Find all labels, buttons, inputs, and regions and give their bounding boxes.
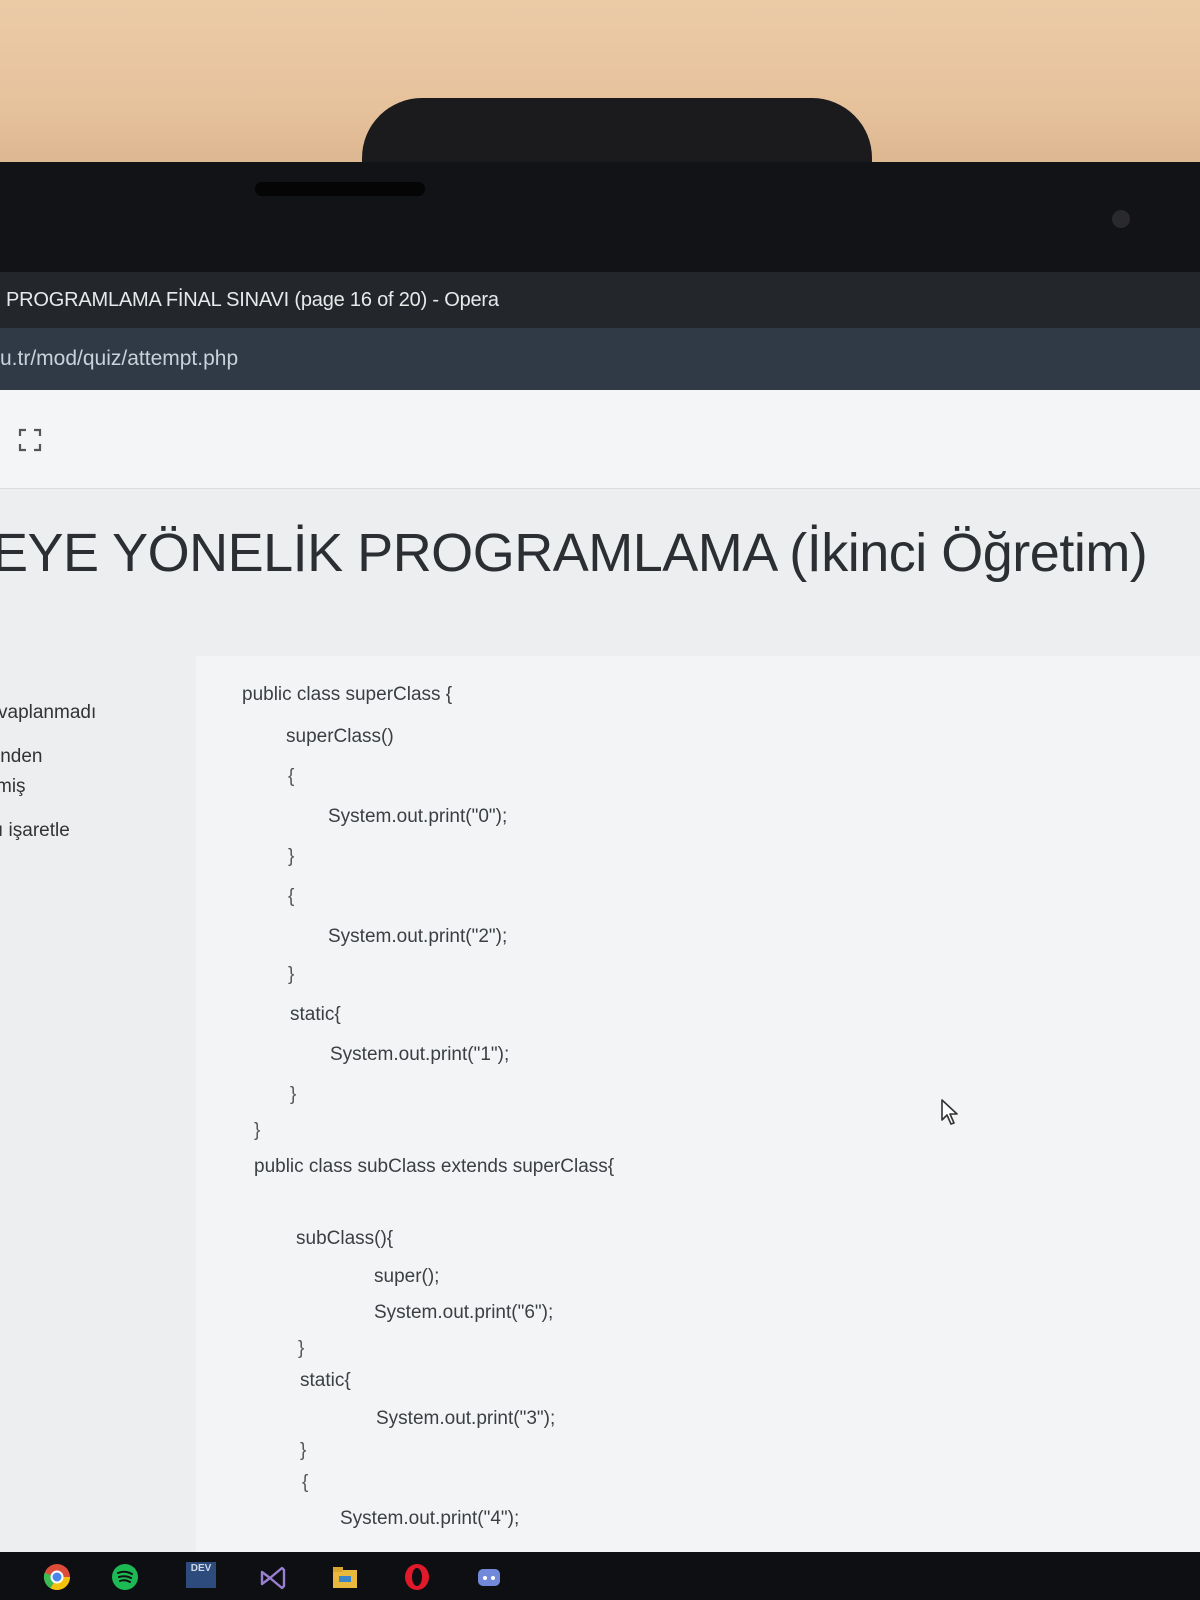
code-line: public class subClass extends superClass… [254,1156,615,1177]
code-line: { [288,766,295,787]
code-line: } [300,1440,307,1461]
opera-icon[interactable] [402,1562,432,1592]
mouse-cursor-icon [941,1099,958,1125]
bezel-slot [255,182,425,196]
code-line: superClass() [286,726,394,747]
fullscreen-icon[interactable] [18,428,42,452]
question-content [196,656,1200,1600]
code-line: { [288,886,295,907]
code-line: } [288,964,295,985]
question-grade-line2: miş [0,776,26,797]
camera-lens [1112,210,1130,228]
code-line: System.out.print("3"); [376,1408,556,1429]
page-toolbar [0,390,1200,489]
code-line: } [254,1120,261,1141]
code-line: static{ [290,1004,341,1025]
page-title: EYE YÖNELİK PROGRAMLAMA (İkinci Öğretim) [0,523,1148,583]
code-line: super(); [374,1266,440,1287]
chrome-icon[interactable] [42,1562,72,1592]
monitor-screen: PROGRAMLAMA FİNAL SINAVI (page 16 of 20)… [0,272,1200,1600]
code-line: } [290,1084,297,1105]
code-line: { [302,1472,309,1493]
code-line: System.out.print("4"); [340,1508,520,1529]
browser-titlebar: PROGRAMLAMA FİNAL SINAVI (page 16 of 20)… [0,272,1200,328]
question-grade-line1: inden [0,746,43,767]
question-status: vaplanmadı [0,702,97,723]
code-line: subClass(){ [296,1228,394,1249]
devc-label: DEV [190,1563,212,1574]
discord-icon[interactable] [474,1562,504,1592]
file-explorer-icon[interactable] [330,1562,360,1592]
code-line: System.out.print("1"); [330,1044,510,1065]
code-line: System.out.print("0"); [328,806,508,827]
spotify-icon[interactable] [110,1562,140,1592]
code-line: static{ [300,1370,351,1391]
code-line: public class superClass { [242,684,453,705]
window-title: PROGRAMLAMA FİNAL SINAVI (page 16 of 20)… [6,288,499,311]
url-text[interactable]: u.tr/mod/quiz/attempt.php [0,347,238,371]
code-line: } [298,1338,305,1359]
code-line: } [288,846,295,867]
address-bar[interactable]: u.tr/mod/quiz/attempt.php [0,328,1200,390]
code-line: System.out.print("6"); [374,1302,554,1323]
code-line: System.out.print("2"); [328,926,508,947]
flag-question-link[interactable]: ı işaretle [0,820,70,842]
visual-studio-icon[interactable] [258,1562,288,1592]
taskbar: DEV [0,1552,1200,1600]
devc-icon[interactable]: DEV [186,1562,216,1588]
monitor-bezel [0,162,1200,272]
